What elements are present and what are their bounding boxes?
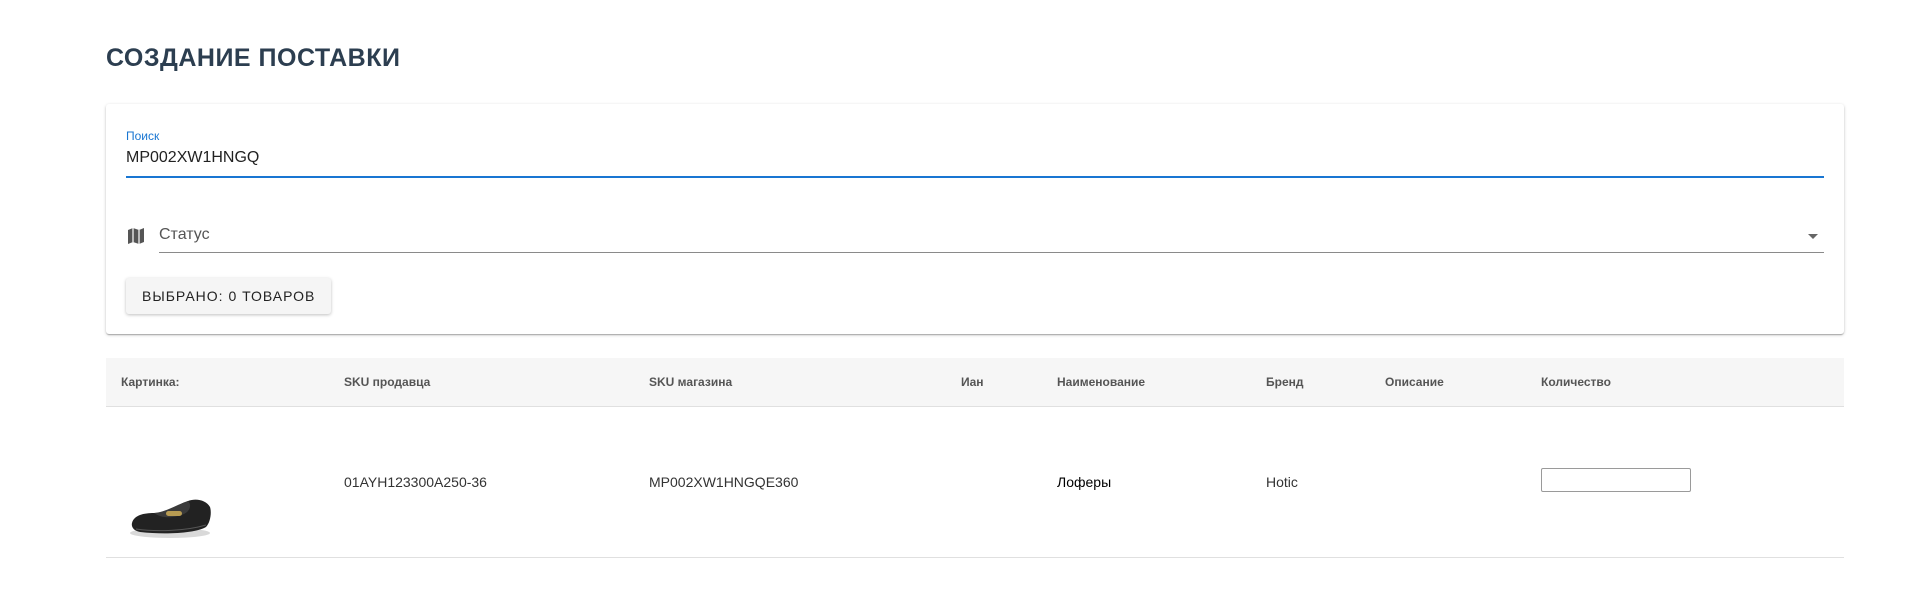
search-input[interactable]: [126, 146, 1824, 170]
products-table: Картинка: SKU продавца SKU магазина Иан …: [106, 358, 1844, 558]
column-header-ean[interactable]: Иан: [961, 375, 984, 389]
cell-shop-sku: MP002XW1HNGQE360: [649, 474, 799, 490]
map-icon: [126, 226, 146, 246]
filter-card: Поиск Статус ВЫБРАНО: 0 ТОВАРОВ: [106, 104, 1844, 334]
cell-seller-sku: 01AYH123300A250-36: [344, 474, 487, 490]
column-header-shop-sku[interactable]: SKU магазина: [649, 375, 732, 389]
status-select[interactable]: Статус: [159, 222, 1824, 253]
column-header-description[interactable]: Описание: [1385, 375, 1444, 389]
search-label: Поиск: [126, 129, 160, 143]
column-header-seller-sku[interactable]: SKU продавца: [344, 375, 430, 389]
selected-items-button[interactable]: ВЫБРАНО: 0 ТОВАРОВ: [126, 278, 332, 314]
status-placeholder: Статус: [159, 226, 210, 243]
quantity-input[interactable]: [1541, 468, 1691, 492]
table-header: Картинка: SKU продавца SKU магазина Иан …: [106, 358, 1844, 407]
cell-brand: Hotic: [1266, 474, 1298, 490]
search-field[interactable]: Поиск: [126, 126, 1824, 178]
column-header-image[interactable]: Картинка:: [121, 375, 180, 389]
column-header-name[interactable]: Наименование: [1057, 375, 1145, 389]
chevron-down-icon[interactable]: [1808, 234, 1818, 239]
column-header-quantity[interactable]: Количество: [1541, 375, 1611, 389]
cell-name: Лоферы: [1057, 474, 1112, 490]
column-header-brand[interactable]: Бренд: [1266, 375, 1304, 389]
page-title: СОЗДАНИЕ ПОСТАВКИ: [106, 44, 401, 72]
product-image: [126, 485, 214, 541]
table-row: 01AYH123300A250-36 MP002XW1HNGQE360 Лофе…: [106, 407, 1844, 558]
